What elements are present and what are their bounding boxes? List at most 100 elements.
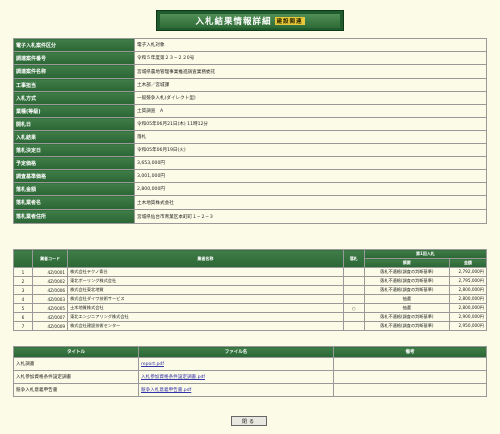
bid-code: 4Z/0007	[32, 312, 69, 322]
info-label: 入札結果	[13, 130, 135, 144]
close-button[interactable]: 閉る	[231, 416, 267, 426]
bids-header-remarks: 摘要	[363, 258, 450, 268]
info-label: 調査基準価格	[13, 169, 135, 183]
info-label: 落札決定日	[13, 143, 135, 157]
page-title-tag: 建設関連	[274, 16, 305, 25]
attachment-file-cell: 入札参加資格条件設定調書.pdf	[138, 370, 334, 384]
attachment-title: 競争入札意義申告書	[13, 383, 139, 397]
bid-award-mark	[342, 276, 365, 286]
bids-header-name: 業者名称	[67, 249, 344, 268]
info-row: 入札方式 一般競争入札(ダイレクト型)	[13, 91, 487, 105]
bid-no: 5	[12, 303, 34, 313]
bid-remarks: 落札不適格(調査の判断基準)	[363, 267, 450, 277]
bid-amount: 2,800,000円	[448, 303, 488, 313]
info-value: 一般競争入札(ダイレクト型)	[134, 91, 487, 105]
attachment-row: 入札調書 report.pdf	[13, 357, 487, 371]
attachment-file-link[interactable]: 競争入札意義申告書.pdf	[141, 388, 191, 393]
info-value: 3,653,000円	[134, 156, 487, 170]
info-value: 令和５年度第２３−２２0号	[134, 51, 487, 65]
attachment-file-link[interactable]: 入札参加資格条件設定調書.pdf	[141, 375, 205, 380]
bids-header-amount: 金額	[448, 258, 488, 268]
info-value: 3,001,000円	[134, 169, 487, 183]
bid-award-mark	[342, 267, 365, 277]
bid-row: 1 4Z/0001 株式会社テクノ青谷 落札不適格(調査の判断基準) 2,792,000…	[12, 267, 488, 277]
info-row: 調達案件番号 令和５年度第２３−２２0号	[13, 51, 487, 65]
bid-award-mark	[342, 285, 365, 295]
bid-company-name: 東北ボーリング株式会社	[67, 276, 344, 286]
info-label: 落札業者名	[13, 195, 135, 210]
attachments-table: タイトル ファイル名 備考 入札調書 report.pdf 入札参加資格条件設定調書…	[13, 346, 487, 397]
bids-header-no	[12, 249, 34, 268]
bid-no: 3	[12, 285, 34, 295]
bid-remarks: 落札不適格(調査の判断基準)	[363, 321, 450, 331]
bid-code: 4Z/0001	[32, 267, 69, 277]
bid-company-name: 株式会社テクノ青谷	[67, 267, 344, 277]
bid-remarks: 落札不適格(調査の判断基準)	[363, 276, 450, 286]
attachment-title: 入札調書	[13, 357, 139, 371]
bid-award-mark: ○	[342, 303, 365, 313]
attachment-remarks	[333, 357, 487, 371]
info-label: 工事担当	[13, 78, 135, 92]
info-row: 調査基準価格 3,001,000円	[13, 169, 487, 183]
bid-company-name: 株式会社ダイワ技術サービス	[67, 294, 344, 304]
attachment-file-cell: report.pdf	[138, 357, 334, 371]
info-row: 予定価格 3,653,000円	[13, 156, 487, 170]
bid-remarks: 抽選	[363, 303, 450, 313]
info-label: 入札方式	[13, 91, 135, 105]
info-table: 電子入札案件区分 電子入札対象 調達案件番号 令和５年度第２３−２２0号 調達案件名称宮…	[13, 38, 487, 224]
info-value: 宮城県農地管理事業推進調査業務委託	[134, 64, 487, 79]
bid-row: 5 4Z/0005 土木地質株式会社 ○ 抽選 2,800,000円	[12, 303, 488, 313]
files-header-remarks: 備考	[333, 346, 487, 358]
info-label: 業種(等級)	[13, 104, 135, 118]
bid-row: 2 4Z/0002 東北ボーリング株式会社 落札不適格(調査の判断基準) 2,795,0…	[12, 276, 488, 286]
attachment-file-cell: 競争入札意義申告書.pdf	[138, 383, 334, 397]
info-label: 調達案件名称	[13, 64, 135, 79]
info-label: 電子入札案件区分	[13, 38, 135, 52]
info-row: 入札結果 落札	[13, 130, 487, 144]
attachment-row: 入札参加資格条件設定調書 入札参加資格条件設定調書.pdf	[13, 370, 487, 384]
bid-row: 6 4Z/0007 東北エンジニアリング株式会社 落札不適格(調査の判断基準) 2,90…	[12, 312, 488, 322]
info-label: 予定価格	[13, 156, 135, 170]
page-title-text: 入札結果情報詳細	[195, 16, 272, 27]
info-row: 工事担当 土木部／宮城課	[13, 78, 487, 92]
bid-company-name: 土木地質株式会社	[67, 303, 344, 313]
bid-no: 2	[12, 276, 34, 286]
files-header-title: タイトル	[13, 346, 139, 358]
bid-award-mark	[342, 312, 365, 322]
info-value: 土木部／宮城課	[134, 78, 487, 92]
info-row: 電子入札案件区分 電子入札対象	[13, 38, 487, 52]
info-value: 電子入札対象	[134, 38, 487, 52]
info-row: 業種(等級) 土質調査 A	[13, 104, 487, 118]
info-value: 2,800,000円	[134, 182, 487, 196]
bid-remarks: 落札不適格(調査の判断基準)	[363, 312, 450, 322]
bid-no: 4	[12, 294, 34, 304]
info-row: 開札日 令和05年06月21日(木) 11時12分	[13, 117, 487, 131]
page-title-banner: 入札結果情報詳細 建設関連	[160, 13, 340, 28]
info-label: 調達案件番号	[13, 51, 135, 65]
attachment-title: 入札参加資格条件設定調書	[13, 370, 139, 384]
bids-header-award: 落札	[342, 249, 365, 268]
bid-row: 4 4Z/0003 株式会社ダイワ技術サービス 抽選 2,800,000円	[12, 294, 488, 304]
bid-company-name: 株式会社東北地質	[67, 285, 344, 295]
attachment-remarks	[333, 383, 487, 397]
info-label: 落札金額	[13, 182, 135, 196]
bid-amount: 2,800,000円	[448, 285, 488, 295]
bid-no: 6	[12, 312, 34, 322]
bid-amount: 2,900,000円	[448, 312, 488, 322]
bid-company-name: 東北エンジニアリング株式会社	[67, 312, 344, 322]
info-value: 令和05年06月19日(火)	[134, 143, 487, 157]
bids-header-code: 業者コード	[32, 249, 69, 268]
bid-code: 4Z/0003	[32, 294, 69, 304]
info-row: 落札決定日 令和05年06月19日(火)	[13, 143, 487, 157]
bid-row: 7 4Z/0009 株式会社建設技術センター 落札不適格(調査の判断基準) 2,950,…	[12, 321, 488, 331]
bid-company-name: 株式会社建設技術センター	[67, 321, 344, 331]
bid-award-mark	[342, 294, 365, 304]
info-row: 調達案件名称 宮城県農地管理事業推進調査業務委託	[13, 64, 487, 79]
attachment-file-link[interactable]: report.pdf	[141, 362, 164, 367]
bid-code: 4Z/0005	[32, 303, 69, 313]
info-row: 落札金額 2,800,000円	[13, 182, 487, 196]
attachment-remarks	[333, 370, 487, 384]
bid-row: 3 4Z/0006 株式会社東北地質 落札不適格(調査の判断基準) 2,800,000円	[12, 285, 488, 295]
bid-amount: 2,795,000円	[448, 276, 488, 286]
info-label: 落札業者住所	[13, 209, 135, 224]
